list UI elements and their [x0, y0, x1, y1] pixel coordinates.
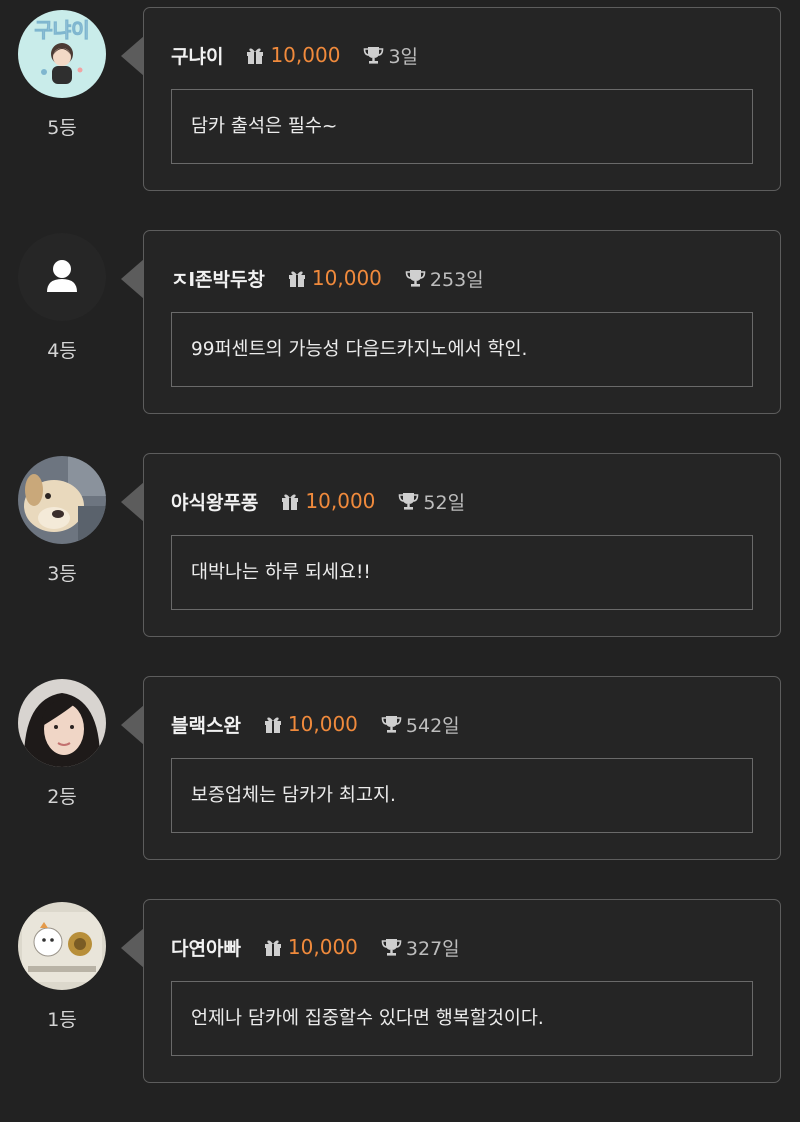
gift-icon	[247, 48, 264, 64]
nickname[interactable]: 구냐이	[171, 42, 223, 69]
gift-icon	[264, 940, 281, 956]
trophy-icon	[381, 716, 402, 733]
comment-meta: ㅈl존박두창 10,000 253일	[171, 264, 484, 292]
days-value: 52일	[423, 491, 466, 514]
ranking-entry: 2등 블랙스완 10,000 542일 보증업체는 담카가 최고지.	[0, 676, 800, 899]
comment-card: ㅈl존박두창 10,000 253일 99퍼센트의 가능성 다음드카지노에서 학…	[143, 230, 781, 414]
points-value: 10,000	[311, 266, 382, 290]
rank-label: 5등	[47, 117, 77, 139]
comment-message: 대박나는 하루 되세요!!	[171, 535, 753, 610]
avatar-text: 구냐이	[34, 18, 89, 42]
rank-label: 2등	[47, 786, 77, 808]
character-avatar-icon[interactable]: 구냐이	[18, 10, 106, 98]
trophy-icon	[405, 270, 426, 287]
card-pointer	[121, 928, 144, 968]
comment-message: 보증업체는 담카가 최고지.	[171, 758, 753, 833]
ranking-entry: 구냐이 5등 구냐이 10,000 3일 담카 출석은 필수~	[0, 7, 800, 230]
comment-card: 블랙스완 10,000 542일 보증업체는 담카가 최고지.	[143, 676, 781, 860]
points-value: 10,000	[270, 43, 341, 67]
dog-photo-avatar[interactable]	[18, 456, 106, 544]
trophy-icon	[381, 939, 402, 956]
gift-icon	[264, 717, 281, 733]
comment-message: 언제나 담카에 집중할수 있다면 행복할것이다.	[171, 981, 753, 1056]
comment-message: 99퍼센트의 가능성 다음드카지노에서 학인.	[171, 312, 753, 387]
card-pointer	[121, 259, 144, 299]
points-value: 10,000	[287, 712, 358, 736]
days-value: 327일	[405, 937, 460, 960]
comment-card: 구냐이 10,000 3일 담카 출석은 필수~	[143, 7, 781, 191]
ranking-entry: 1등 다연아빠 10,000 327일 언제나 담카에 집중할수 있다면 행복할…	[0, 899, 800, 1122]
points-value: 10,000	[305, 489, 376, 513]
comment-card: 다연아빠 10,000 327일 언제나 담카에 집중할수 있다면 행복할것이다…	[143, 899, 781, 1083]
card-pointer	[121, 482, 144, 522]
comment-meta: 다연아빠 10,000 327일	[171, 933, 460, 961]
gift-icon	[288, 271, 305, 287]
days-value: 3일	[388, 45, 419, 68]
nickname[interactable]: ㅈl존박두창	[171, 265, 265, 292]
card-pointer	[121, 36, 144, 76]
comment-meta: 구냐이 10,000 3일	[171, 41, 418, 69]
gift-icon	[282, 494, 299, 510]
ranking-entry: 4등 ㅈl존박두창 10,000 253일 99퍼센트의 가능성 다음드카지노에…	[0, 230, 800, 453]
comment-message: 담카 출석은 필수~	[171, 89, 753, 164]
days-value: 253일	[429, 268, 484, 291]
points-value: 10,000	[287, 935, 358, 959]
card-pointer	[121, 705, 144, 745]
default-user-icon[interactable]	[18, 233, 106, 321]
cartoon-photo-avatar[interactable]	[18, 902, 106, 990]
comment-meta: 야식왕푸퐁 10,000 52일	[171, 487, 465, 515]
comment-card: 야식왕푸퐁 10,000 52일 대박나는 하루 되세요!!	[143, 453, 781, 637]
rank-label: 1등	[47, 1009, 77, 1031]
comment-meta: 블랙스완 10,000 542일	[171, 710, 460, 738]
trophy-icon	[364, 47, 384, 64]
ranking-entry: 3등 야식왕푸퐁 10,000 52일 대박나는 하루 되세요!!	[0, 453, 800, 676]
woman-photo-avatar[interactable]	[18, 679, 106, 767]
nickname[interactable]: 다연아빠	[171, 934, 241, 961]
nickname[interactable]: 야식왕푸퐁	[171, 488, 258, 515]
days-value: 542일	[405, 714, 460, 737]
nickname[interactable]: 블랙스완	[171, 711, 241, 738]
trophy-icon	[399, 493, 419, 510]
rank-label: 4등	[47, 340, 77, 362]
rank-label: 3등	[47, 563, 77, 585]
